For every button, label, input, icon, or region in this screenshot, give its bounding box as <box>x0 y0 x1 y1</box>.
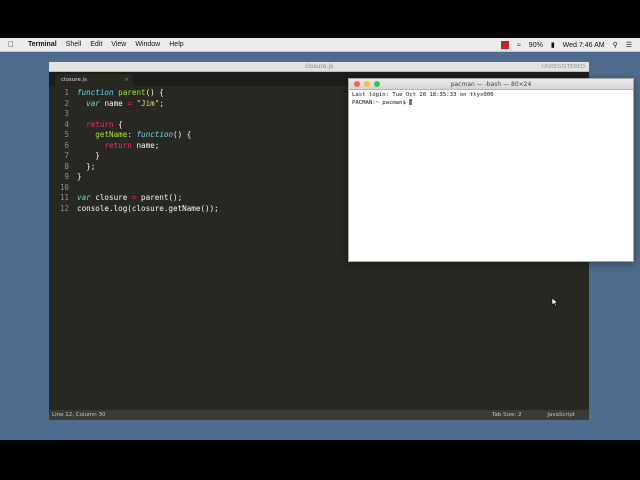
maximize-window-icon[interactable] <box>374 81 380 87</box>
apple-icon[interactable]:  <box>8 40 18 49</box>
clock[interactable]: Wed 7:46 AM <box>563 42 605 49</box>
menu-shell[interactable]: Shell <box>66 41 82 48</box>
line-number: 11 <box>59 193 69 202</box>
tab-size-selector[interactable]: Tab Size: 2 <box>492 410 521 420</box>
desktop:  Terminal Shell Edit View Window Help ≈… <box>0 38 640 440</box>
code-area[interactable]: function parent() { var name = "Jim"; re… <box>77 88 219 214</box>
minimize-window-icon[interactable] <box>364 81 370 87</box>
terminal-output[interactable]: Last login: Tue Oct 20 18:35:33 on ttys0… <box>352 92 493 107</box>
wifi-icon[interactable]: ≈ <box>517 42 521 49</box>
line-number: 2 <box>64 98 69 108</box>
battery-icon[interactable]: ▮ <box>551 41 555 49</box>
notification-center-icon[interactable]: ☰ <box>626 41 632 49</box>
terminal-prompt: PACMAN:~ pacman$ <box>352 100 410 106</box>
menu-bar:  Terminal Shell Edit View Window Help ≈… <box>0 38 640 52</box>
code-line-5: getName: function() { <box>95 130 192 139</box>
line-number: 12 <box>59 203 69 213</box>
menu-edit[interactable]: Edit <box>90 41 102 48</box>
code-line-12: console.log(closure.getName()); <box>77 203 219 213</box>
editor-titlebar[interactable]: closure.js UNREGISTERED <box>49 62 589 72</box>
line-number: 9 <box>64 172 69 181</box>
menu-help[interactable]: Help <box>169 41 183 48</box>
line-number: 4 <box>64 119 69 129</box>
menu-app-terminal[interactable]: Terminal <box>28 41 57 48</box>
line-number: 5 <box>64 130 69 139</box>
terminal-line: Last login: Tue Oct 20 18:35:33 on ttys0… <box>352 92 494 98</box>
spotlight-search-icon[interactable]: ⚲ <box>613 41 618 49</box>
editor-status-bar: Line 12, Column 30 Tab Size: 2 JavaScrip… <box>49 410 589 420</box>
battery-percent[interactable]: 90% <box>529 42 543 49</box>
terminal-prompt-line: PACMAN:~ pacman$ <box>352 99 493 107</box>
code-line-6: return name; <box>104 140 160 150</box>
recording-icon[interactable] <box>500 41 509 49</box>
code-line-2: var name = "Jim"; <box>86 98 164 108</box>
close-window-icon[interactable] <box>354 81 360 87</box>
tab-label: closure.js <box>61 77 87 83</box>
editor-tab-closure-js[interactable]: closure.js × <box>55 74 133 86</box>
line-number: 6 <box>64 140 69 150</box>
line-number: 7 <box>64 151 69 160</box>
code-line-8: }; <box>77 161 96 171</box>
terminal-window: pacman — -bash — 80×24 Last login: Tue O… <box>348 78 634 262</box>
terminal-title: pacman — -bash — 80×24 <box>450 81 532 88</box>
code-line-1: function parent() { <box>77 88 164 97</box>
mouse-pointer-icon <box>551 297 559 307</box>
menu-view[interactable]: View <box>111 41 126 48</box>
line-number: 8 <box>64 161 69 171</box>
code-line-4: return { <box>86 119 123 129</box>
cursor-position: Line 12, Column 30 <box>52 412 106 418</box>
editor-window-title: closure.js <box>304 63 334 70</box>
line-number: 3 <box>64 109 69 118</box>
terminal-titlebar[interactable]: pacman — -bash — 80×24 <box>349 79 633 90</box>
code-line-11: var closure = parent(); <box>77 193 183 202</box>
line-number: 10 <box>59 182 69 192</box>
terminal-cursor-icon <box>409 99 413 105</box>
code-line-9: } <box>77 172 82 181</box>
line-number-gutter: 1 2 3 4 5 6 7 8 9 10 11 12 <box>49 88 69 214</box>
code-line-7: } <box>77 151 100 160</box>
tab-close-icon[interactable]: × <box>124 74 129 86</box>
unregistered-label: UNREGISTERED <box>541 64 585 70</box>
menu-window[interactable]: Window <box>135 41 160 48</box>
syntax-selector[interactable]: JavaScript <box>547 410 575 420</box>
line-number: 1 <box>64 88 69 97</box>
